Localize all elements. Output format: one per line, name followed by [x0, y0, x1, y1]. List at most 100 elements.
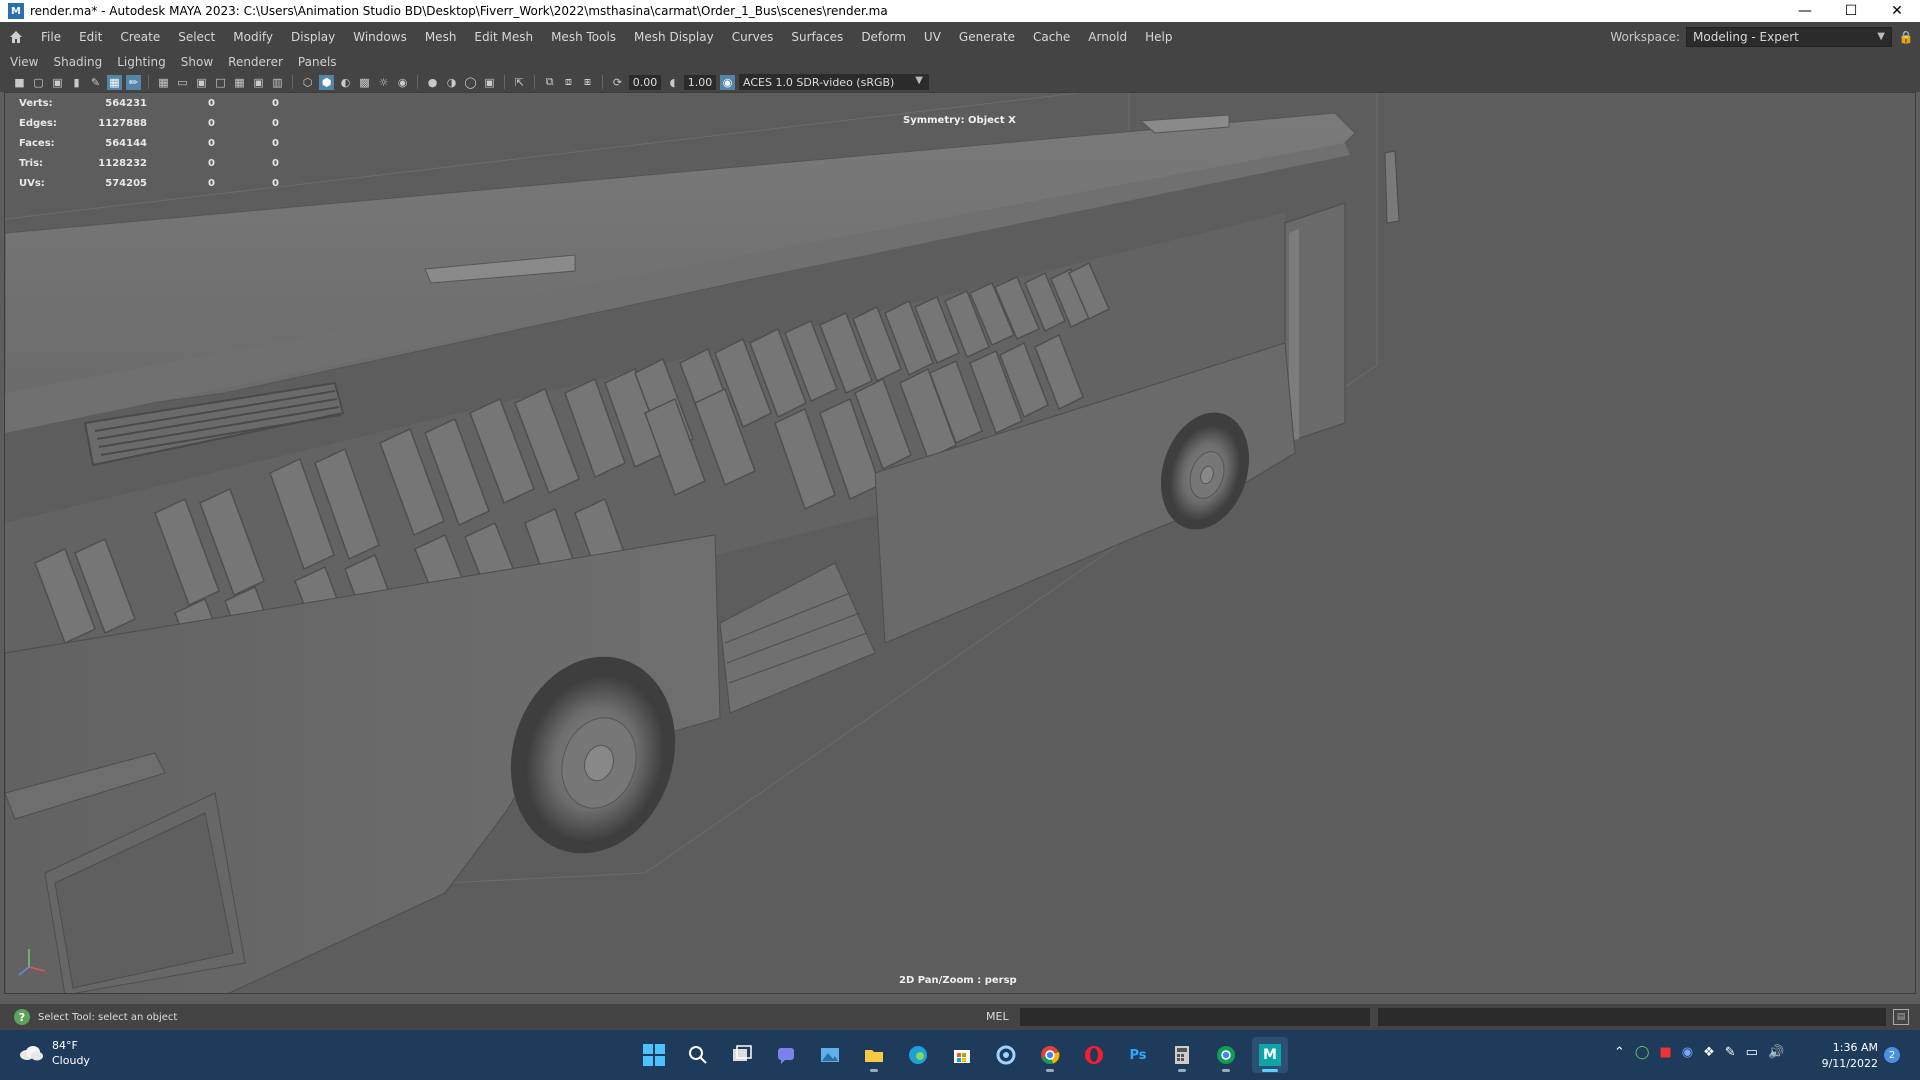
mirror — [1384, 150, 1400, 224]
anti-aliasing-icon[interactable]: ◯ — [463, 75, 478, 90]
perspective-viewport[interactable]: Verts: 564231 0 0 Edges: 1127888 0 0 Fac… — [4, 92, 1916, 994]
menu-create[interactable]: Create — [111, 22, 169, 52]
photos-app[interactable] — [812, 1037, 848, 1073]
calculator-app[interactable] — [1164, 1037, 1200, 1073]
ambient-occlusion-icon[interactable]: ● — [425, 75, 440, 90]
menu-windows[interactable]: Windows — [344, 22, 416, 52]
panel-menu-renderer[interactable]: Renderer — [228, 55, 283, 69]
menu-file[interactable]: File — [32, 22, 70, 52]
chevron-up-icon[interactable]: ⌃ — [1614, 1045, 1625, 1060]
shadows-icon[interactable]: ◉ — [395, 75, 410, 90]
dropbox-icon[interactable]: ❖ — [1703, 1045, 1715, 1060]
resolution-gate-icon[interactable]: ▣ — [194, 75, 209, 90]
menu-mesh-display[interactable]: Mesh Display — [625, 22, 723, 52]
minimize-icon[interactable]: — — [1782, 0, 1828, 22]
microsoft-store-app[interactable] — [944, 1037, 980, 1073]
field-chart-icon[interactable]: ▦ — [232, 75, 247, 90]
exposure-icon[interactable]: ⟳ — [610, 75, 625, 90]
command-language-toggle[interactable]: MEL — [986, 1010, 1009, 1023]
menu-display[interactable]: Display — [282, 22, 344, 52]
wireframe-icon[interactable]: ⬡ — [300, 75, 315, 90]
file-explorer-app[interactable] — [856, 1037, 892, 1073]
menu-help[interactable]: Help — [1136, 22, 1181, 52]
grid-toggle-icon[interactable]: ✏ — [126, 74, 141, 90]
grid-icon[interactable]: ▦ — [156, 75, 171, 90]
menu-modify[interactable]: Modify — [224, 22, 282, 52]
menu-generate[interactable]: Generate — [950, 22, 1024, 52]
menu-curves[interactable]: Curves — [723, 22, 783, 52]
start-button[interactable] — [636, 1037, 672, 1073]
workspace-value: Modeling - Expert — [1693, 30, 1799, 44]
textured-icon[interactable]: ▩ — [357, 75, 372, 90]
depth-of-field-icon[interactable]: ▣ — [482, 75, 497, 90]
mel-command-input[interactable] — [1020, 1008, 1370, 1026]
safe-action-icon[interactable]: ▣ — [251, 75, 266, 90]
pen-icon[interactable]: ✎ — [1725, 1045, 1736, 1060]
safe-title-icon[interactable]: ▥ — [270, 75, 285, 90]
calculator-icon — [1175, 1046, 1189, 1064]
task-view-button[interactable] — [724, 1037, 760, 1073]
bus-model-render[interactable] — [5, 93, 1916, 994]
isolate-select-icon[interactable]: ⇱ — [512, 75, 527, 90]
panel-menu-shading[interactable]: Shading — [53, 55, 102, 69]
smooth-shade-icon[interactable]: ⬢ — [319, 74, 334, 90]
xray-components-icon[interactable]: ⧆ — [580, 75, 595, 90]
image-plane-icon[interactable]: ▮ — [69, 75, 84, 90]
menu-mesh[interactable]: Mesh — [416, 22, 466, 52]
settings-app[interactable] — [988, 1037, 1024, 1073]
panel-menu-view[interactable]: View — [10, 55, 38, 69]
menu-uv[interactable]: UV — [915, 22, 950, 52]
chrome-app[interactable] — [1032, 1037, 1068, 1073]
wireframe-on-shaded-icon[interactable]: ◐ — [338, 75, 353, 90]
2d-pan-zoom-icon[interactable]: ✎ — [88, 75, 103, 90]
gamma-field[interactable]: 1.00 — [684, 74, 716, 90]
panel-menu-panels[interactable]: Panels — [298, 55, 337, 69]
menu-mesh-tools[interactable]: Mesh Tools — [542, 22, 625, 52]
teams-chat-button[interactable] — [768, 1037, 804, 1073]
select-camera-icon[interactable]: ■ — [12, 75, 27, 90]
film-gate-icon[interactable]: ▭ — [175, 75, 190, 90]
edge-browser-app[interactable] — [900, 1037, 936, 1073]
menu-arnold[interactable]: Arnold — [1079, 22, 1136, 52]
xray-icon[interactable]: ⧉ — [542, 75, 557, 90]
color-management-icon[interactable]: ◉ — [720, 74, 735, 90]
gamma-icon[interactable]: ◖ — [665, 75, 680, 90]
home-icon[interactable] — [0, 22, 32, 52]
weather-widget[interactable]: 84°F Cloudy — [18, 1038, 90, 1068]
view-transform-dropdown[interactable]: ACES 1.0 SDR-video (sRGB) ▼ — [739, 74, 929, 90]
taskbar-clock[interactable]: 1:36 AM 9/11/2022 — [1818, 1040, 1878, 1072]
chrome-profile-app[interactable] — [1208, 1037, 1244, 1073]
menu-deform[interactable]: Deform — [852, 22, 915, 52]
security-icon[interactable]: ◯ — [1635, 1045, 1650, 1060]
maximize-icon[interactable]: ☐ — [1828, 0, 1874, 22]
grease-pencil-icon[interactable]: ▦ — [107, 74, 122, 90]
motion-blur-icon[interactable]: ◑ — [444, 75, 459, 90]
script-editor-icon[interactable]: ▤ — [1893, 1009, 1909, 1025]
menu-edit-mesh[interactable]: Edit Mesh — [465, 22, 542, 52]
photoshop-app[interactable]: Ps — [1120, 1037, 1156, 1073]
close-icon[interactable]: ✕ — [1874, 0, 1920, 22]
use-all-lights-icon[interactable]: ☼ — [376, 75, 391, 90]
lock-icon[interactable]: 🔒 — [1892, 30, 1920, 44]
bookmark-icon[interactable]: ▣ — [50, 75, 65, 90]
opera-app[interactable] — [1076, 1037, 1112, 1073]
search-button[interactable] — [680, 1037, 716, 1073]
volume-icon[interactable]: 🔊 — [1768, 1045, 1784, 1060]
camera-attributes-icon[interactable]: ▢ — [31, 75, 46, 90]
antivirus-icon[interactable]: ■ — [1659, 1045, 1671, 1060]
display-icon[interactable]: ▭ — [1746, 1045, 1758, 1060]
maya-app[interactable]: M — [1252, 1037, 1288, 1073]
menu-cache[interactable]: Cache — [1024, 22, 1079, 52]
menu-surfaces[interactable]: Surfaces — [782, 22, 852, 52]
workspace-dropdown[interactable]: Modeling - Expert ▼ — [1686, 27, 1892, 47]
xray-joints-icon[interactable]: ⧈ — [561, 75, 576, 90]
exposure-field[interactable]: 0.00 — [629, 74, 661, 90]
panel-menu-show[interactable]: Show — [181, 55, 213, 69]
vpn-icon[interactable]: ◉ — [1682, 1045, 1693, 1060]
gate-mask-icon[interactable]: □ — [213, 75, 228, 90]
panel-menu-lighting[interactable]: Lighting — [117, 55, 166, 69]
notification-badge[interactable]: 2 — [1884, 1047, 1900, 1063]
menu-select[interactable]: Select — [169, 22, 224, 52]
chevron-down-icon: ▼ — [915, 75, 923, 86]
menu-edit[interactable]: Edit — [70, 22, 111, 52]
